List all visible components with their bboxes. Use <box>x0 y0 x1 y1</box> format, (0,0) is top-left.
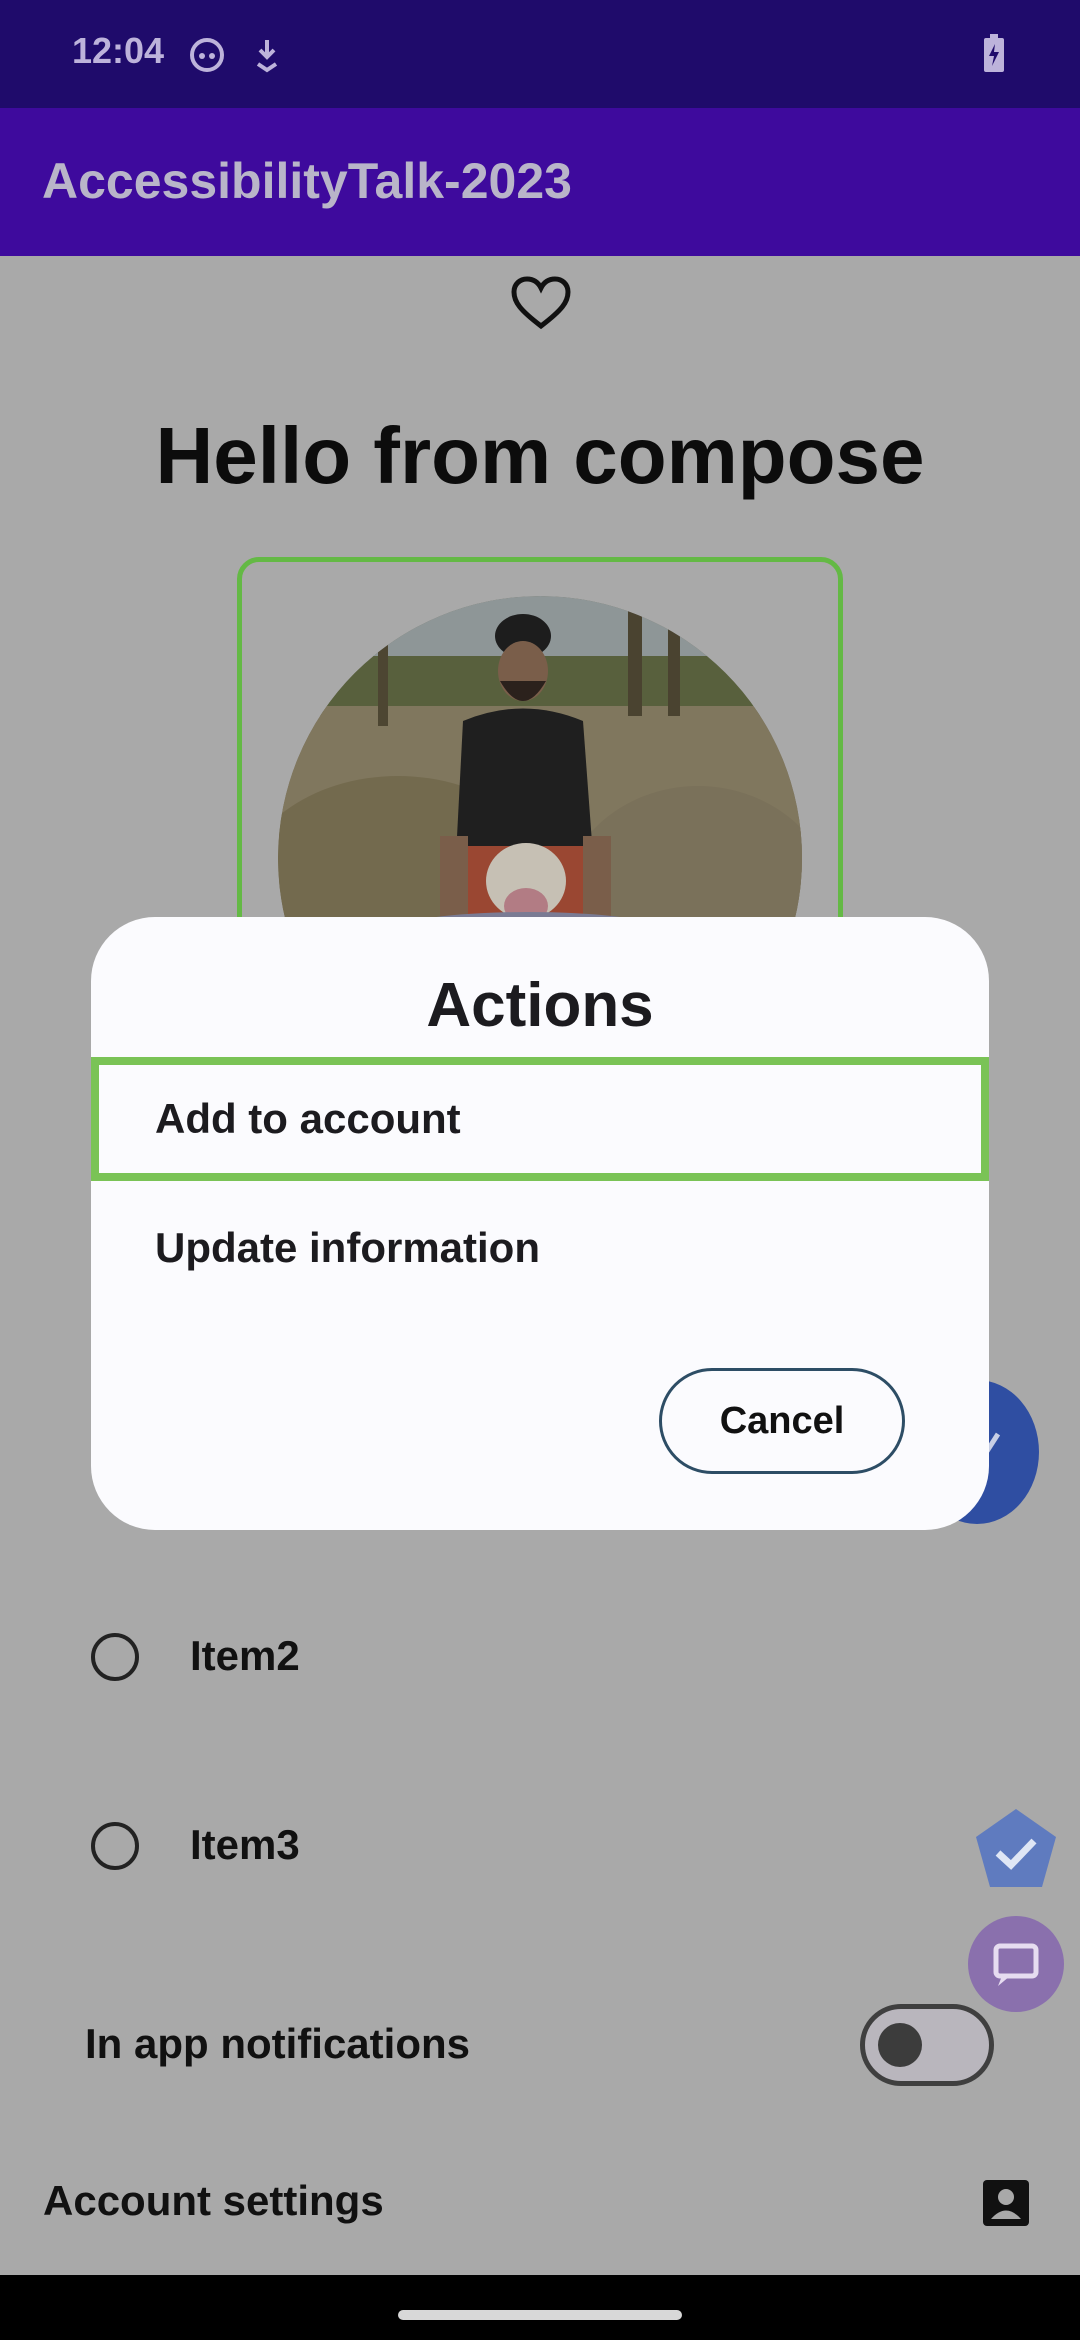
chat-icon[interactable] <box>968 1916 1064 2012</box>
account-settings-label[interactable]: Account settings <box>43 2177 384 2225</box>
radio-item3[interactable] <box>91 1822 139 1870</box>
option-update-information[interactable]: Update information <box>155 1224 540 1272</box>
battery-charging-icon <box>984 34 1004 72</box>
radio-label-item3: Item3 <box>190 1821 300 1868</box>
notifications-label: In app notifications <box>85 2020 470 2067</box>
app-title: AccessibilityTalk-2023 <box>42 153 572 209</box>
cancel-button[interactable]: Cancel <box>659 1368 905 1474</box>
page-heading: Hello from compose <box>155 411 925 500</box>
download-icon <box>256 40 278 73</box>
heart-outline-icon[interactable] <box>510 274 572 332</box>
radio-label-item2: Item2 <box>190 1632 300 1679</box>
status-time: 12:04 <box>72 30 165 71</box>
option-add-to-account-label[interactable]: Add to account <box>155 1095 461 1143</box>
account-box-icon[interactable] <box>981 2178 1031 2228</box>
home-gesture-handle[interactable] <box>398 2310 682 2320</box>
face-icon <box>190 38 224 72</box>
dialog-title: Actions <box>426 971 654 1040</box>
radio-item2[interactable] <box>91 1633 139 1681</box>
navigation-bar <box>0 2275 1080 2340</box>
check-badge-icon[interactable] <box>970 1805 1062 1897</box>
notifications-toggle-thumb <box>878 2023 922 2067</box>
